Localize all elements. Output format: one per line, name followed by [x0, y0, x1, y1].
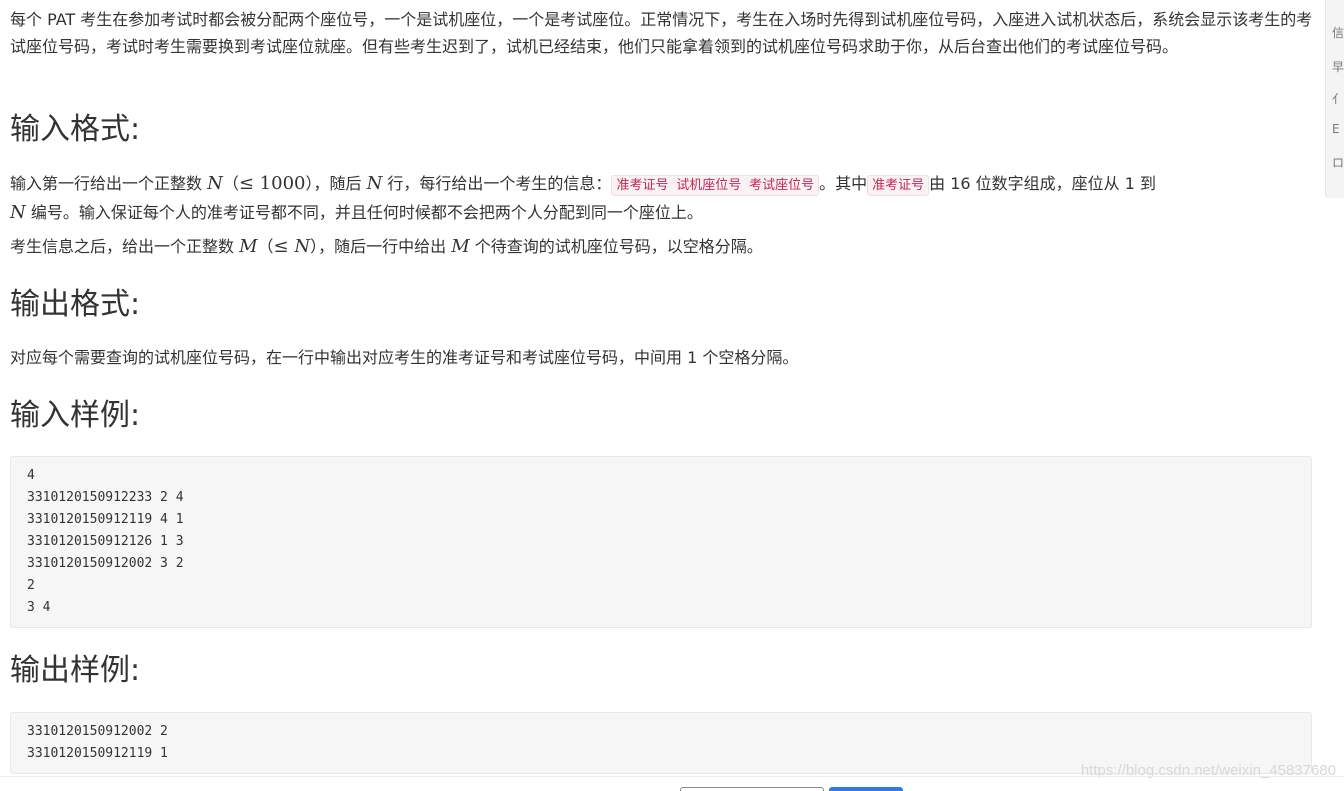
input-format-paragraph-2: 考生信息之后，给出一个正整数 M（≤ N），随后一行中给出 M 个待查询的试机座… [10, 236, 763, 257]
side-panel-char: E [1332, 122, 1340, 136]
divider [0, 776, 1344, 777]
problem-description: 每个 PAT 考生在参加考试时都会被分配两个座位号，一个是试机座位，一个是考试座… [10, 10, 1313, 56]
code-line: 4 [27, 468, 35, 483]
code-line: 2 [27, 578, 35, 593]
code-line: 3 4 [27, 600, 51, 615]
output-format-heading: 输出格式: [10, 287, 141, 322]
inline-code-fields: 准考证号 试机座位号 考试座位号 [611, 175, 820, 196]
side-panel-char: 早 [1332, 60, 1344, 74]
code-line: 3310120150912002 2 [27, 724, 168, 739]
output-format-paragraph: 对应每个需要查询的试机座位号码，在一行中输出对应考生的准考证号和考试座位号码，中… [10, 348, 799, 367]
code-line: 3310120150912126 1 3 [27, 534, 184, 549]
inline-code-ticket: 准考证号 [867, 175, 930, 196]
code-line: 3310120150912119 4 1 [27, 512, 184, 527]
input-format-heading: 输入格式: [10, 112, 141, 147]
sample-input-heading: 输入样例: [10, 398, 141, 433]
input-format-paragraph-1: 输入第一行给出一个正整数 N（≤ 1000），随后 N 行，每行给出一个考生的信… [10, 173, 1157, 223]
code-line: 3310120150912233 2 4 [27, 490, 184, 505]
side-panel-strip[interactable]: 信 早 亻 E ロ [1325, 0, 1344, 198]
primary-button[interactable] [829, 787, 903, 791]
sample-output-heading: 输出样例: [10, 653, 141, 688]
side-panel-char: 亻 [1332, 92, 1344, 106]
side-panel-char: 信 [1332, 26, 1344, 40]
secondary-button[interactable] [680, 787, 824, 791]
code-line: 3310120150912002 3 2 [27, 556, 184, 571]
side-panel-char: ロ [1332, 156, 1344, 170]
sample-input-code-block[interactable]: 4 3310120150912233 2 4 3310120150912119 4 … [10, 456, 1312, 628]
